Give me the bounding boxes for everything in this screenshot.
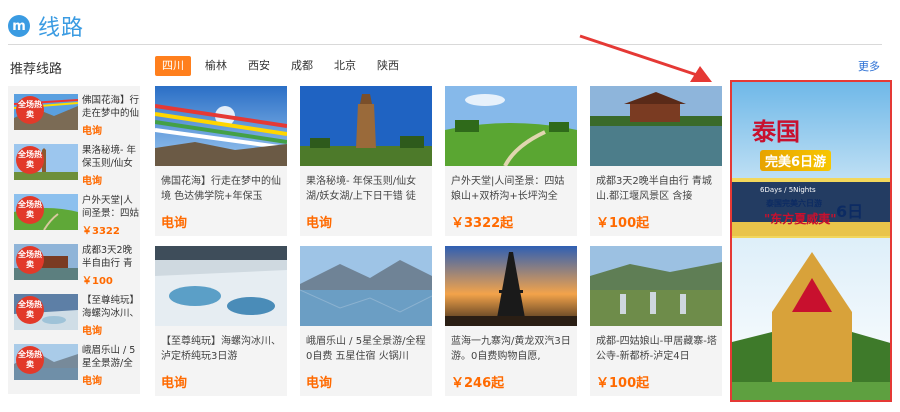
hot-sale-badge: 全场热卖 <box>16 346 44 374</box>
route-title[interactable]: 果洛秘境- 年保玉则/仙女 <box>82 144 140 170</box>
ad-tour-name: 泰国完美六日游 <box>766 199 822 208</box>
route-price: ￥3322 <box>82 226 120 237</box>
recommended-sidebar: 全场热卖 佛国花海】行走在梦中的仙 电询 全场热卖 果洛秘境- 年保玉则/仙女 … <box>8 86 140 394</box>
pagoda-image[interactable] <box>300 86 432 166</box>
list-item[interactable]: 全场热卖 峨眉乐山 / 5星全景游/全 电询 <box>14 344 138 388</box>
more-link[interactable]: 更多 <box>858 58 880 74</box>
route-price: 电询 <box>82 126 102 137</box>
route-title[interactable]: 佛国花海】行走在梦中的仙境 色达佛学院+年保玉 <box>161 174 283 204</box>
route-title[interactable]: 户外天堂|人间圣景：四姑 <box>82 194 140 220</box>
garden-image[interactable] <box>590 246 722 326</box>
route-title[interactable]: 果洛秘境- 年保玉则/仙女湖/妖女湖/上下日干错 徒 <box>306 174 428 204</box>
hot-spring-image[interactable] <box>155 246 287 326</box>
route-title[interactable]: 峨眉乐山 / 5星全景游/全 <box>82 344 140 370</box>
recommended-title: 推荐线路 <box>10 62 63 77</box>
route-price: ￥3322起 <box>451 216 514 231</box>
route-card[interactable]: 蓝海一九寨沟/黄龙双汽3日游。0自费购物自愿, ￥246起 <box>445 246 577 396</box>
route-price: ￥100起 <box>596 376 650 391</box>
section-title: 线路 <box>38 16 85 41</box>
route-thumbnail[interactable]: 全场热卖 <box>14 294 78 330</box>
route-price: 电询 <box>82 176 102 187</box>
hot-sale-badge: 全场热卖 <box>16 146 44 174</box>
route-thumbnail[interactable]: 全场热卖 <box>14 244 78 280</box>
route-title[interactable]: 成都3天2晚半自由行 青 <box>82 244 140 270</box>
tab-yulin[interactable]: 榆林 <box>198 56 234 76</box>
list-item[interactable]: 全场热卖 佛国花海】行走在梦中的仙 电询 <box>14 94 140 138</box>
ad-duration: 6日 <box>836 202 864 221</box>
list-item[interactable]: 全场热卖 果洛秘境- 年保玉则/仙女 电询 <box>14 144 138 188</box>
route-title[interactable]: 蓝海一九寨沟/黄龙双汽3日游。0自费购物自愿, <box>451 334 573 364</box>
lake-mountain-image[interactable] <box>300 246 432 326</box>
route-title[interactable]: 成都-四姑娘山-甲居藏寨-塔公寺-新都桥-泸定4日 <box>596 334 718 364</box>
list-item[interactable]: 全场热卖 【至尊纯玩】海螺沟冰川、 电询 <box>14 294 140 338</box>
route-price: 电询 <box>306 376 333 391</box>
route-price: ￥100 <box>82 276 113 287</box>
route-card[interactable]: 果洛秘境- 年保玉则/仙女湖/妖女湖/上下日干错 徒 电询 <box>300 86 432 236</box>
route-price: 电询 <box>161 376 188 391</box>
tab-chengdu[interactable]: 成都 <box>284 56 320 76</box>
prayer-flags-image[interactable] <box>155 86 287 166</box>
route-title[interactable]: 【至尊纯玩】海螺沟冰川、 <box>82 294 140 320</box>
route-price: 电询 <box>306 216 333 231</box>
hot-sale-badge: 全场热卖 <box>16 196 44 224</box>
route-title[interactable]: 【至尊纯玩】海螺沟冰川、泸定桥纯玩3日游 <box>161 334 283 364</box>
ad-title: 泰国 <box>752 117 800 146</box>
route-title[interactable]: 峨眉乐山 / 5星全景游/全程0自费 五星住宿 火锅川 <box>306 334 428 364</box>
route-title[interactable]: 成都3天2晚半自由行 青城山.都江堰风景区 含接 <box>596 174 718 204</box>
section-header: m 线路 <box>8 10 84 42</box>
route-price: 电询 <box>82 326 102 337</box>
eiffel-tower-image[interactable] <box>445 246 577 326</box>
ad-slogan: "东方夏威夷" <box>764 212 837 226</box>
hot-sale-badge: 全场热卖 <box>16 96 44 124</box>
route-card[interactable]: 户外天堂|人间圣景：四姑娘山+双桥沟+长坪沟全 ￥3322起 <box>445 86 577 236</box>
tab-xian[interactable]: 西安 <box>241 56 277 76</box>
route-price: 电询 <box>82 376 102 387</box>
route-price: 电询 <box>161 216 188 231</box>
route-price: ￥246起 <box>451 376 505 391</box>
tab-sichuan[interactable]: 四川 <box>155 56 191 76</box>
thailand-tour-ad-banner[interactable]: 泰国 完美6日游 6Days / 5Nights 泰国完美六日游 "东方夏威夷"… <box>730 80 892 402</box>
hot-sale-badge: 全场热卖 <box>16 296 44 324</box>
route-card[interactable]: 【至尊纯玩】海螺沟冰川、泸定桥纯玩3日游 电询 <box>155 246 287 396</box>
route-title[interactable]: 户外天堂|人间圣景：四姑娘山+双桥沟+长坪沟全 <box>451 174 573 204</box>
route-title[interactable]: 佛国花海】行走在梦中的仙 <box>82 94 140 120</box>
route-card[interactable]: 峨眉乐山 / 5星全景游/全程0自费 五星住宿 火锅川 电询 <box>300 246 432 396</box>
route-card[interactable]: 成都-四姑娘山-甲居藏寨-塔公寺-新都桥-泸定4日 ￥100起 <box>590 246 722 396</box>
ad-days: 6Days / 5Nights <box>760 186 816 194</box>
city-tabs: 四川 榆林 西安 成都 北京 陕西 <box>155 56 413 76</box>
header-divider <box>8 44 882 45</box>
route-thumbnail[interactable]: 全场热卖 <box>14 344 78 380</box>
hot-sale-badge: 全场热卖 <box>16 246 44 274</box>
route-card[interactable]: 佛国花海】行走在梦中的仙境 色达佛学院+年保玉 电询 <box>155 86 287 236</box>
palace-image[interactable] <box>590 86 722 166</box>
route-thumbnail[interactable]: 全场热卖 <box>14 94 78 130</box>
route-card[interactable]: 成都3天2晚半自由行 青城山.都江堰风景区 含接 ￥100起 <box>590 86 722 236</box>
ad-subtitle: 完美6日游 <box>760 150 832 171</box>
route-price: ￥100起 <box>596 216 650 231</box>
meadow-image[interactable] <box>445 86 577 166</box>
list-item[interactable]: 全场热卖 户外天堂|人间圣景：四姑 ￥3322 <box>14 194 140 238</box>
tab-shaanxi[interactable]: 陕西 <box>370 56 406 76</box>
route-thumbnail[interactable]: 全场热卖 <box>14 194 78 230</box>
tab-beijing[interactable]: 北京 <box>327 56 363 76</box>
route-thumbnail[interactable]: 全场热卖 <box>14 144 78 180</box>
route-logo-icon: m <box>8 15 30 37</box>
list-item[interactable]: 全场热卖 成都3天2晚半自由行 青 ￥100 <box>14 244 138 288</box>
